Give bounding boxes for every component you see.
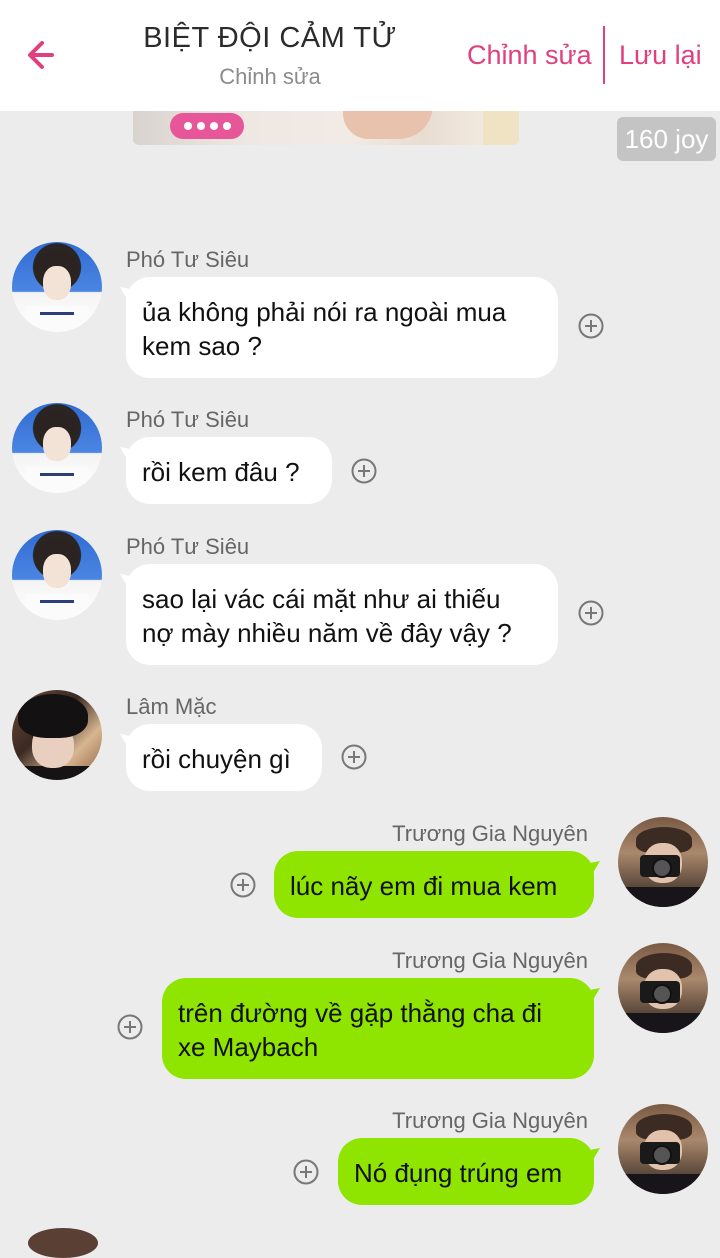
header-divider xyxy=(603,26,605,84)
add-reaction-icon[interactable] xyxy=(350,457,378,485)
message-text: sao lại vác cái mặt như ai thiếu nợ mày … xyxy=(142,584,512,648)
edit-button[interactable]: Chỉnh sửa xyxy=(467,40,592,71)
image-indicator-pill xyxy=(170,113,244,139)
page-title: BIỆT ĐỘI CẢM TỬ xyxy=(143,22,397,54)
message-bubble[interactable]: trên đường về gặp thằng cha đi xe Maybac… xyxy=(162,978,600,1079)
bubble-tail xyxy=(580,988,600,1008)
image-detail xyxy=(483,111,519,145)
sender-name: Phó Tư Siêu xyxy=(126,247,250,272)
avatar[interactable] xyxy=(12,403,102,493)
avatar[interactable] xyxy=(618,1104,708,1194)
image-hand-detail xyxy=(343,111,433,139)
chat-header: BIỆT ĐỘI CẢM TỬ Chỉnh sửa Chỉnh sửa Lưu … xyxy=(0,0,720,111)
message-bubble[interactable]: sao lại vác cái mặt như ai thiếu nợ mày … xyxy=(120,564,558,665)
message-bubble[interactable]: lúc nãy em đi mua kem xyxy=(274,851,600,918)
add-reaction-icon[interactable] xyxy=(116,1013,144,1041)
save-button[interactable]: Lưu lại xyxy=(619,40,702,71)
message-text: Nó đụng trúng em xyxy=(354,1158,563,1188)
message-text: rồi chuyện gì xyxy=(142,744,291,774)
sender-name: Phó Tư Siêu xyxy=(126,407,250,432)
joy-badge: 160 joy xyxy=(617,117,716,161)
sender-name: Lâm Mặc xyxy=(126,694,217,719)
add-reaction-icon[interactable] xyxy=(340,743,368,771)
add-reaction-icon[interactable] xyxy=(577,599,605,627)
avatar[interactable] xyxy=(12,690,102,780)
message-text: ủa không phải nói ra ngoài mua kem sao ? xyxy=(142,297,507,361)
add-reaction-icon[interactable] xyxy=(292,1158,320,1186)
bubble-tail xyxy=(120,287,140,307)
bubble-tail xyxy=(580,861,600,881)
bubble-tail xyxy=(580,1148,600,1168)
add-reaction-icon[interactable] xyxy=(577,312,605,340)
sender-name: Trương Gia Nguyên xyxy=(392,948,588,973)
dot-icon xyxy=(183,122,192,130)
bubble-tail xyxy=(120,447,140,467)
arrow-left-icon[interactable] xyxy=(22,34,66,78)
message-text: rồi kem đâu ? xyxy=(142,457,300,487)
message-bubble[interactable]: ủa không phải nói ra ngoài mua kem sao ? xyxy=(120,277,558,378)
avatar[interactable] xyxy=(12,530,102,620)
dot-icon xyxy=(196,122,205,130)
sender-name: Trương Gia Nguyên xyxy=(392,1108,588,1133)
message-bubble[interactable]: rồi kem đâu ? xyxy=(120,437,332,504)
bubble-tail xyxy=(120,574,140,594)
avatar[interactable] xyxy=(618,943,708,1033)
sender-name: Trương Gia Nguyên xyxy=(392,821,588,846)
page-subtitle: Chỉnh sửa xyxy=(219,64,321,89)
dot-icon xyxy=(209,122,218,130)
dot-icon xyxy=(222,122,231,130)
add-reaction-icon[interactable] xyxy=(229,871,257,899)
message-text: lúc nãy em đi mua kem xyxy=(290,871,558,901)
message-bubble[interactable]: rồi chuyện gì xyxy=(120,724,322,791)
avatar[interactable] xyxy=(618,817,708,907)
avatar[interactable] xyxy=(12,242,102,332)
message-bubble[interactable]: Nó đụng trúng em xyxy=(338,1138,600,1205)
bubble-tail xyxy=(120,734,140,754)
message-text: trên đường về gặp thằng cha đi xe Maybac… xyxy=(178,998,543,1062)
sender-name: Phó Tư Siêu xyxy=(126,534,250,559)
